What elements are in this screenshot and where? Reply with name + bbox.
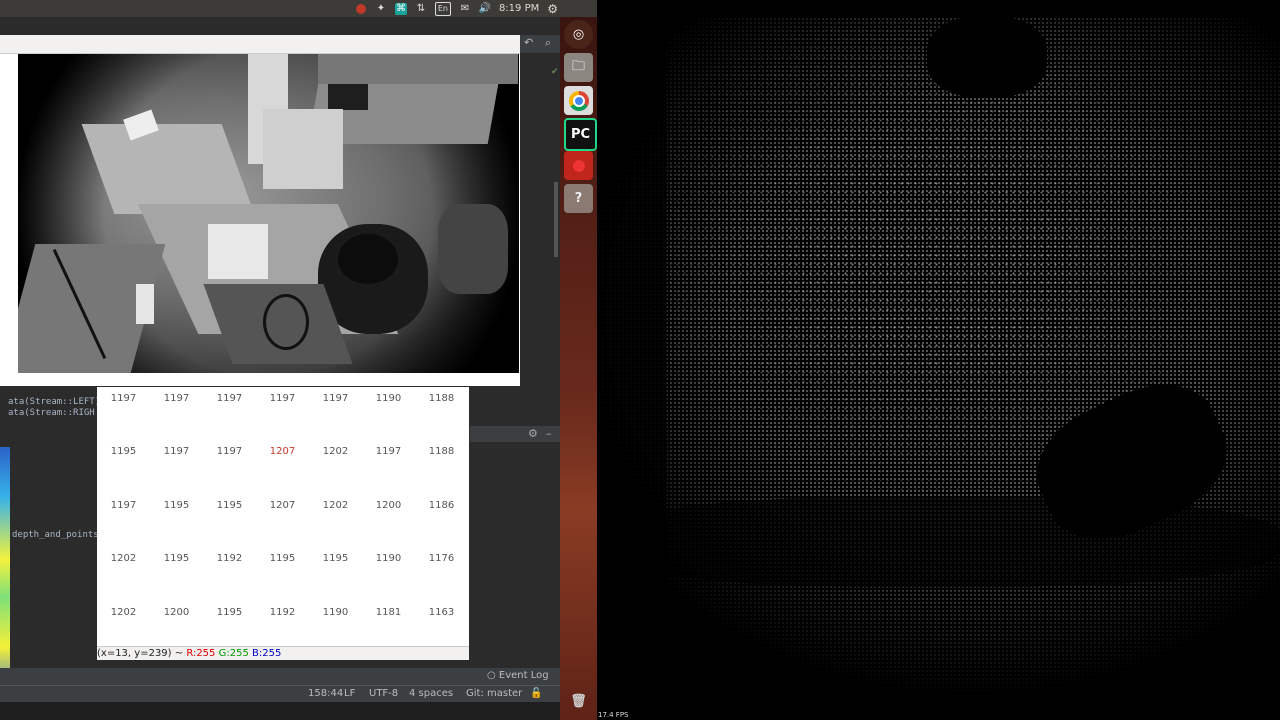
fps-counter: 17.4 FPS [598,711,629,719]
search-icon[interactable]: ⌕ [545,36,551,50]
files-icon[interactable]: 🗀 [564,53,593,82]
depth-cell: 1190 [375,553,402,565]
depth-cell-highlighted: 1207 [269,446,296,458]
event-log-icon: ○ [487,670,496,681]
vcs-branch[interactable]: Git: master [466,688,522,699]
line-separator[interactable]: LF [344,688,355,699]
dropbox-icon[interactable]: ✦ [375,3,387,15]
ubuntu-dash-icon[interactable]: ◎ [564,20,593,49]
depth-cell: 1190 [375,393,402,404]
encoding[interactable]: UTF-8 [369,688,398,699]
depth-cell: 1197 [163,446,190,458]
clock[interactable]: 8:19 PM [499,3,539,14]
pixel-red-value: R:255 [186,648,216,659]
depth-cell: 1200 [375,499,402,511]
depth-cell: 1188 [428,393,455,404]
depth-cell: 1195 [163,553,190,565]
depth-cell: 1202 [322,446,349,458]
camera-frame-image [18,54,519,373]
pixel-blue-value: B:255 [252,648,282,659]
tool-settings-gear-icon[interactable]: ⚙ [528,427,538,440]
table-row: 1197 1197 1197 1197 1197 1190 1188 [97,393,468,446]
code-line: ata(Stream::LEFT) [8,397,101,407]
table-row: 1197 1195 1195 1207 1202 1200 1186 [97,500,468,553]
undo-icon[interactable]: ↶ [524,36,533,49]
ide-status-bar: 158:44 LF UTF-8 4 spaces Git: master 🔓 [0,685,560,703]
system-tray: ✦ ⌘ ⇅ En ✉ 🔊 8:19 PM ⚙ [355,0,558,17]
pixel-green-value: G:255 [218,648,249,659]
depth-cell: 1197 [110,393,137,404]
pixel-info-bar: (x=13, y=239) ~ R:255 G:255 B:255 [97,646,469,660]
pycharm-icon[interactable]: PC [564,118,597,151]
pycharm-label: PC [570,127,591,142]
chrome-icon[interactable] [564,86,593,115]
code-line: ata(Stream::RIGH [8,408,95,418]
depth-cell: 1202 [110,553,137,565]
depth-cell: 1197 [322,393,349,404]
unity-launcher: ◎ 🗀 PC ? 🗑 [560,17,597,720]
depth-cell: 1176 [428,553,455,565]
settings-gear-icon[interactable]: ⚙ [547,2,558,16]
depth-cell: 1195 [322,553,349,565]
tool-window-header: ⚙ – [470,426,560,442]
event-log-label: Event Log [498,670,549,681]
unknown-app-icon[interactable]: ? [564,184,593,213]
depth-cell: 1197 [110,499,137,511]
record-indicator-icon[interactable] [355,3,367,15]
trash-icon[interactable]: 🗑 [564,687,593,716]
function-fragment: depth_and_points [12,530,99,540]
cursor-position[interactable]: 158:44 [308,688,343,699]
depth-cell: 1186 [428,499,455,511]
depth-cell: 1195 [163,499,190,511]
event-log-row: ○ Event Log [0,668,560,685]
depth-cell: 1188 [428,446,455,458]
depth-cell: 1207 [269,499,296,511]
top-panel: ✦ ⌘ ⇅ En ✉ 🔊 8:19 PM ⚙ [0,0,1280,17]
point-cloud-viewer[interactable]: 17.4 FPS [597,17,1280,720]
point-cloud-gap [597,17,667,720]
camera-window-titlebar[interactable] [0,35,520,54]
inspection-ok-icon: ✔ [551,67,559,77]
depth-cell: 1197 [216,446,243,458]
code-editor[interactable]: ata(Stream::LEFT) ata(Stream::RIGH [8,397,100,419]
camera-image-window[interactable] [0,35,520,386]
keyboard-layout-indicator[interactable]: En [434,1,451,16]
top-panel-dark-region [597,0,1280,17]
depth-cell: 1195 [110,446,137,458]
network-icon[interactable]: ⇅ [415,3,427,15]
editor-scrollbar[interactable] [554,182,558,257]
table-row: 1202 1195 1192 1195 1195 1190 1176 [97,553,468,606]
tool-minimize-icon[interactable]: – [546,427,552,440]
depth-cell: 1195 [216,499,243,511]
depth-values-window[interactable]: 1197 1197 1197 1197 1197 1190 1188 1195 … [97,387,469,659]
pixel-coords: (x=13, y=239) ~ [97,648,184,659]
depth-cell: 1197 [163,393,190,404]
depth-cell: 1192 [216,553,243,565]
depth-values-table: 1197 1197 1197 1197 1197 1190 1188 1195 … [97,393,468,660]
app-indicator-icon[interactable]: ⌘ [394,2,407,15]
depth-cell: 1197 [375,446,402,458]
point-cloud-gap [927,17,1047,97]
mail-icon[interactable]: ✉ [459,3,471,15]
point-cloud-highlights [597,17,1280,720]
depth-cell: 1202 [322,499,349,511]
recorder-icon[interactable] [564,151,593,180]
point-cloud-gap [597,497,1280,587]
table-row: 1195 1197 1197 1207 1202 1197 1188 [97,446,468,499]
depth-cell: 1197 [216,393,243,404]
depth-cell: 1195 [269,553,296,565]
lock-icon[interactable]: 🔓 [530,688,542,699]
depth-cell: 1197 [269,393,296,404]
event-log-button[interactable]: ○ Event Log [487,670,549,681]
volume-icon[interactable]: 🔊 [479,3,491,15]
indent-setting[interactable]: 4 spaces [409,688,453,699]
ide-toolbar: ↶ ⌕ [520,35,560,53]
depth-colormap-strip [0,447,10,697]
ide-bottom-strip [0,702,560,720]
